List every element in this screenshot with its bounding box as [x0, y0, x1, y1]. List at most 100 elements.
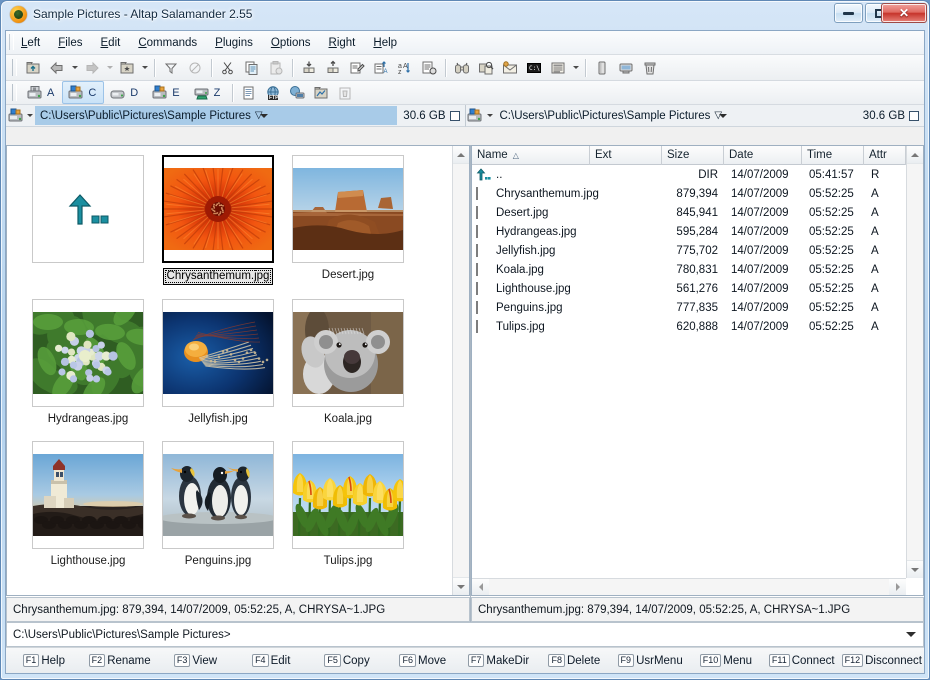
function-key-f1[interactable]: F1 Help [6, 648, 82, 673]
menu-item-commands[interactable]: Commands [129, 34, 206, 52]
properties-icon[interactable] [417, 56, 441, 79]
close-button[interactable]: ✕ [881, 3, 927, 23]
function-key-f5[interactable]: F5 Copy [309, 648, 385, 673]
drive-info-icon[interactable] [590, 56, 614, 79]
column-header-time[interactable]: Time [802, 146, 864, 165]
network-icon[interactable] [614, 56, 638, 79]
function-key-f7[interactable]: F7 MakeDir [461, 648, 537, 673]
drive-button-c[interactable]: C [62, 81, 105, 104]
function-key-f3[interactable]: F3 View [158, 648, 234, 673]
left-path-field[interactable]: C:\Users\Public\Pictures\Sample Pictures… [35, 106, 398, 125]
copy-icon[interactable] [240, 56, 264, 79]
thumb-jellyfish[interactable]: Jellyfish.jpg [153, 299, 283, 430]
table-row[interactable]: .. DIR 14/07/2009 05:41:57 R [472, 165, 923, 184]
menu-item-help[interactable]: Help [364, 34, 406, 52]
rename-icon[interactable] [345, 56, 369, 79]
left-path-history-caret[interactable] [259, 114, 268, 118]
select-filter-icon[interactable] [159, 56, 183, 79]
menu-item-right[interactable]: Right [320, 34, 365, 52]
column-header-attr[interactable]: Attr [864, 146, 906, 165]
table-row[interactable]: Tulips.jpg 620,888 14/07/2009 05:52:25 A [472, 317, 923, 336]
deselect-icon[interactable] [183, 56, 207, 79]
recycle-bin-icon[interactable] [638, 56, 662, 79]
thumb-tulips[interactable]: Tulips.jpg [283, 441, 413, 572]
menu-item-edit[interactable]: Edit [92, 34, 130, 52]
cut-icon[interactable] [216, 56, 240, 79]
email-files-icon[interactable] [498, 56, 522, 79]
view-mode-dropdown-arrow[interactable] [570, 57, 581, 78]
function-key-f10[interactable]: F10 Menu [688, 648, 764, 673]
table-row[interactable]: Penguins.jpg 777,835 14/07/2009 05:52:25 A [472, 298, 923, 317]
function-key-f8[interactable]: F8 Delete [536, 648, 612, 673]
thumb-desert[interactable]: Desert.jpg [283, 155, 413, 286]
change-case-icon[interactable]: aAz [393, 56, 417, 79]
updir[interactable]: .. [23, 155, 153, 286]
function-key-f2[interactable]: F2 Rename [82, 648, 158, 673]
menu-item-options[interactable]: Options [262, 34, 320, 52]
parent-dir-icon[interactable] [21, 56, 45, 79]
left-panel-body[interactable]: .. Chrysanthemum.jpg Desert.jpg Hydrangeas.… [6, 145, 470, 596]
open-console-icon[interactable]: C:\ [522, 56, 546, 79]
network-neighborhood-icon[interactable] [285, 81, 309, 104]
table-row[interactable]: Koala.jpg 780,831 14/07/2009 05:52:25 A [472, 260, 923, 279]
menu-item-files[interactable]: Files [49, 34, 91, 52]
copy-files-icon[interactable] [297, 56, 321, 79]
thumb-lighthouse[interactable]: Lighthouse.jpg [23, 441, 153, 572]
right-path-field[interactable]: C:\Users\Public\Pictures\Sample Pictures… [495, 106, 857, 125]
find-files-icon[interactable] [450, 56, 474, 79]
left-drive-dropdown[interactable] [25, 114, 35, 117]
thumb-penguins[interactable]: Penguins.jpg [153, 441, 283, 572]
back-icon[interactable] [45, 56, 69, 79]
shortcuts-icon[interactable] [309, 81, 333, 104]
move-files-icon[interactable] [321, 56, 345, 79]
view-mode-icon[interactable] [546, 56, 570, 79]
scroll-right-button[interactable] [889, 579, 906, 595]
column-header-name[interactable]: Name △ [472, 146, 590, 165]
left-panel-vertical-scrollbar[interactable] [452, 146, 469, 595]
thumb-chrysanthemum[interactable]: Chrysanthemum.jpg [153, 155, 283, 288]
right-panel-toggle-icon[interactable] [909, 110, 919, 121]
drive-button-a[interactable]: A [21, 81, 62, 104]
column-header-ext[interactable]: Ext [590, 146, 662, 165]
menu-item-left[interactable]: Left [12, 34, 49, 52]
back-dropdown-arrow[interactable] [69, 57, 80, 78]
forward-dropdown-arrow[interactable] [104, 57, 115, 78]
drive-button-z[interactable]: Z [188, 81, 229, 104]
ftp-icon[interactable]: FTP [261, 81, 285, 104]
scroll-left-button[interactable] [472, 579, 489, 595]
left-drive-icon[interactable] [6, 106, 25, 125]
right-drive-dropdown[interactable] [485, 114, 495, 117]
right-drive-icon[interactable] [466, 106, 485, 125]
change-attributes-icon[interactable]: A [369, 56, 393, 79]
recycle-icon[interactable] [333, 81, 357, 104]
toolbar-grip[interactable] [12, 59, 17, 76]
forward-icon[interactable] [80, 56, 104, 79]
drive-button-e[interactable]: E [146, 81, 187, 104]
right-panel-body[interactable]: Name △ Ext Size Date Time Attr .. DIR 14/07/2009… [471, 145, 924, 596]
table-row[interactable]: Chrysanthemum.jpg 879,394 14/07/2009 05:52:… [472, 184, 923, 203]
table-row[interactable]: Jellyfish.jpg 775,702 14/07/2009 05:52:25 A [472, 241, 923, 260]
compare-dirs-icon[interactable] [474, 56, 498, 79]
paste-icon[interactable] [264, 56, 288, 79]
list-drive-icon[interactable] [237, 81, 261, 104]
function-key-f11[interactable]: F11 Connect [764, 648, 840, 673]
column-header-date[interactable]: Date [724, 146, 802, 165]
scroll-up-button[interactable] [453, 146, 469, 164]
right-panel-vertical-scrollbar[interactable] [906, 146, 923, 578]
function-key-f12[interactable]: F12 Disconnect [840, 648, 924, 673]
table-row[interactable]: Hydrangeas.jpg 595,284 14/07/2009 05:52:25 A [472, 222, 923, 241]
command-line[interactable]: C:\Users\Public\Pictures\Sample Pictures… [6, 622, 924, 647]
table-row[interactable]: Desert.jpg 845,941 14/07/2009 05:52:25 A [472, 203, 923, 222]
root-dir-icon[interactable] [115, 56, 139, 79]
toolbar-grip[interactable] [12, 84, 17, 101]
menu-item-plugins[interactable]: Plugins [206, 34, 262, 52]
scroll-down-button[interactable] [453, 577, 469, 595]
scroll-up-button[interactable] [907, 146, 923, 164]
left-panel-toggle-icon[interactable] [449, 110, 460, 121]
drive-button-d[interactable]: D [104, 81, 146, 104]
scroll-down-button[interactable] [907, 560, 923, 578]
thumbnail-area[interactable]: .. Chrysanthemum.jpg Desert.jpg Hydrangeas.… [7, 146, 452, 595]
root-dir-dropdown-arrow[interactable] [139, 57, 150, 78]
table-row[interactable]: Lighthouse.jpg 561,276 14/07/2009 05:52:25 A [472, 279, 923, 298]
minimize-button[interactable] [834, 3, 863, 23]
